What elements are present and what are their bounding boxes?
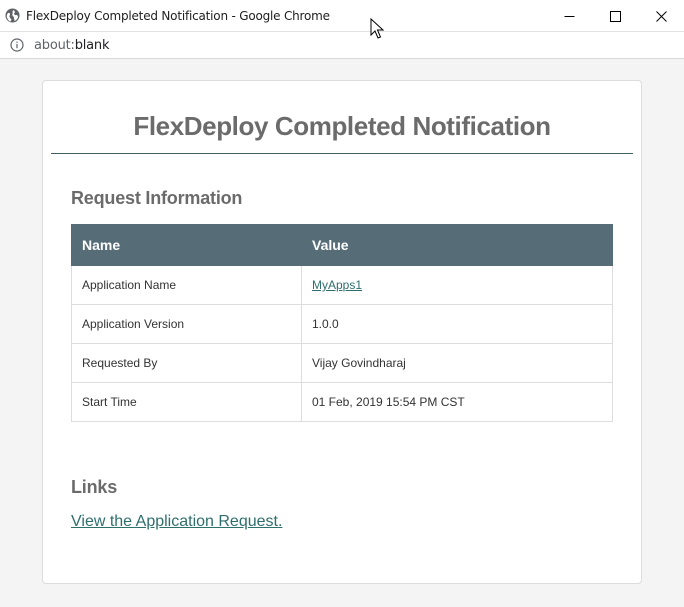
window-title: FlexDeploy Completed Notification - Goog… [26, 9, 330, 23]
mouse-pointer-icon [370, 18, 384, 39]
application-name-link[interactable]: MyApps1 [312, 278, 362, 292]
window-title-bar: FlexDeploy Completed Notification - Goog… [0, 0, 684, 32]
row-value-cell: MyApps1 [301, 265, 613, 305]
page-content: FlexDeploy Completed Notification Reques… [0, 60, 684, 607]
email-card: FlexDeploy Completed Notification Reques… [42, 80, 642, 584]
column-header-name: Name [71, 224, 302, 266]
table-row: Application Name MyApps1 [71, 265, 613, 305]
table-row: Application Version 1.0.0 [71, 304, 613, 344]
minimize-icon [564, 15, 574, 17]
url-text[interactable]: about:blank [34, 38, 110, 53]
row-name-cell: Requested By [71, 343, 302, 383]
table-row: Requested By Vijay Govindharaj [71, 343, 613, 383]
maximize-button[interactable] [592, 0, 638, 32]
row-name-cell: Application Name [71, 265, 302, 305]
table-header-row: Name Value [71, 224, 613, 266]
minimize-button[interactable] [546, 0, 592, 32]
title-divider [51, 153, 633, 154]
close-button[interactable] [638, 0, 684, 32]
request-information-heading: Request Information [71, 188, 243, 208]
view-application-request-link[interactable]: View the Application Request. [71, 513, 282, 531]
links-heading: Links [71, 477, 118, 497]
row-value-cell: 01 Feb, 2019 15:54 PM CST [301, 382, 613, 422]
row-name-cell: Start Time [71, 382, 302, 422]
url-scheme: about: [34, 38, 75, 53]
info-icon[interactable] [10, 38, 24, 52]
row-name-cell: Application Version [71, 304, 302, 344]
address-bar[interactable]: about:blank [0, 32, 684, 59]
close-icon [655, 10, 667, 22]
row-value-cell: Vijay Govindharaj [301, 343, 613, 383]
row-value-cell: 1.0.0 [301, 304, 613, 344]
globe-icon [5, 8, 20, 23]
table-row: Start Time 01 Feb, 2019 15:54 PM CST [71, 382, 613, 422]
maximize-icon [609, 10, 621, 22]
request-info-table: Name Value Application Name MyApps1 Appl… [71, 224, 613, 422]
url-host: blank [74, 38, 110, 53]
page-title: FlexDeploy Completed Notification [133, 111, 551, 141]
column-header-value: Value [301, 224, 613, 266]
